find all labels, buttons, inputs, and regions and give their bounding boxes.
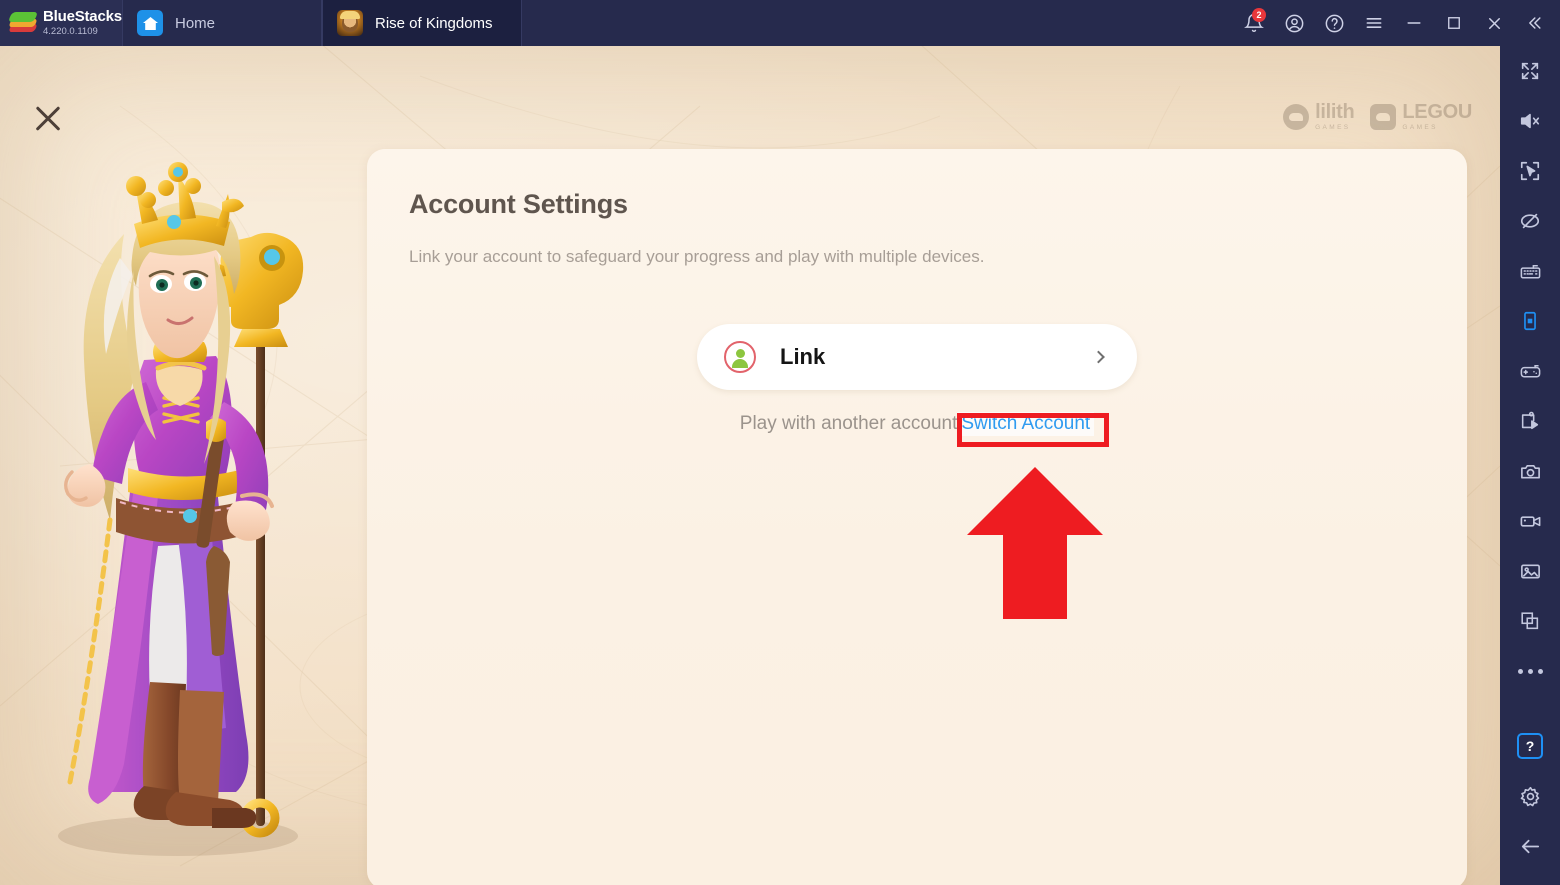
tab-home[interactable]: Home bbox=[122, 0, 322, 46]
cursor-lock-button[interactable] bbox=[1500, 146, 1560, 196]
title-bar-spacer bbox=[522, 0, 1234, 46]
switch-account-link[interactable]: Switch Account bbox=[957, 412, 1095, 436]
help-button[interactable] bbox=[1314, 0, 1354, 46]
brand-version: 4.220.0.1109 bbox=[43, 26, 98, 38]
tab-home-label: Home bbox=[175, 14, 216, 32]
tab-rise-of-kingdoms[interactable]: Rise of Kingdoms bbox=[322, 0, 522, 46]
legou-logo-text: LEGOU bbox=[1402, 101, 1472, 123]
gear-icon bbox=[1520, 786, 1539, 806]
question-mark-icon: ? bbox=[1517, 733, 1543, 759]
bluestacks-sidebar: ? bbox=[1500, 46, 1560, 885]
link-user-icon bbox=[724, 341, 756, 373]
close-button[interactable] bbox=[1474, 0, 1514, 46]
mute-button[interactable] bbox=[1500, 96, 1560, 146]
arrow-left-icon bbox=[1521, 839, 1539, 853]
keyboard-icon bbox=[1520, 264, 1540, 278]
legou-logo-subtext: GAMES bbox=[1402, 124, 1438, 131]
title-bar-controls: 2 bbox=[1234, 0, 1560, 46]
keyboard-controls-button[interactable] bbox=[1500, 246, 1560, 296]
copy-windows-icon bbox=[1521, 612, 1539, 630]
instance-orientation-button[interactable] bbox=[1500, 296, 1560, 346]
page-title: Account Settings bbox=[409, 189, 628, 219]
lilith-games-logo: lilith GAMES bbox=[1283, 101, 1355, 132]
account-button[interactable] bbox=[1274, 0, 1314, 46]
queen-character-artwork bbox=[58, 162, 304, 856]
close-dialog-button[interactable] bbox=[30, 101, 66, 137]
media-manager-button[interactable] bbox=[1500, 546, 1560, 596]
bluestacks-brand: BlueStacks 4.220.0.1109 bbox=[0, 0, 122, 46]
back-button[interactable] bbox=[1500, 821, 1560, 871]
rise-of-kingdoms-app-icon bbox=[337, 10, 363, 36]
ellipsis-icon bbox=[1517, 668, 1543, 674]
gamepad-controls-button[interactable] bbox=[1500, 346, 1560, 396]
gamepad-icon bbox=[1520, 364, 1540, 378]
legou-games-logo: LEGOU GAMES bbox=[1370, 102, 1472, 132]
notification-badge: 2 bbox=[1252, 8, 1266, 22]
macro-recorder-button[interactable] bbox=[1500, 396, 1560, 446]
video-camera-icon bbox=[1520, 515, 1540, 527]
chevron-right-icon bbox=[1092, 350, 1105, 364]
phone-screen-icon bbox=[1524, 311, 1536, 331]
screenshot-button[interactable] bbox=[1500, 446, 1560, 496]
collapse-button[interactable] bbox=[1514, 0, 1554, 46]
disable-ads-button[interactable] bbox=[1500, 196, 1560, 246]
eye-off-icon bbox=[1520, 213, 1540, 229]
settings-button[interactable] bbox=[1500, 771, 1560, 821]
bluestacks-window: BlueStacks 4.220.0.1109 Home Rise of Kin… bbox=[0, 0, 1560, 885]
title-bar: BlueStacks 4.220.0.1109 Home Rise of Kin… bbox=[0, 0, 1560, 46]
menu-button[interactable] bbox=[1354, 0, 1394, 46]
fullscreen-button[interactable] bbox=[1500, 46, 1560, 96]
volume-mute-icon bbox=[1520, 113, 1540, 129]
bluestacks-logo-icon bbox=[7, 10, 39, 36]
notifications-button[interactable]: 2 bbox=[1234, 0, 1274, 46]
fullscreen-expand-icon bbox=[1521, 62, 1539, 80]
annotation-arrow-up-icon bbox=[967, 467, 1103, 619]
multi-instance-button[interactable] bbox=[1500, 596, 1560, 646]
game-viewport: lilith GAMES LEGOU GAMES Account Setting… bbox=[0, 46, 1500, 885]
link-button-label: Link bbox=[780, 344, 826, 369]
more-options-button[interactable] bbox=[1500, 646, 1560, 696]
page-subtitle: Link your account to safeguard your prog… bbox=[409, 247, 985, 266]
tab-rise-of-kingdoms-label: Rise of Kingdoms bbox=[375, 14, 493, 32]
play-with-another-account-label: Play with another account bbox=[739, 413, 958, 434]
switch-account-row: Play with another account Switch Account bbox=[367, 412, 1467, 436]
help-center-button[interactable]: ? bbox=[1500, 721, 1560, 771]
lilith-logo-text: lilith bbox=[1315, 101, 1355, 123]
minimize-button[interactable] bbox=[1394, 0, 1434, 46]
home-icon bbox=[137, 10, 163, 36]
script-play-icon bbox=[1521, 411, 1539, 430]
screen-record-button[interactable] bbox=[1500, 496, 1560, 546]
brand-name: BlueStacks bbox=[43, 8, 122, 26]
camera-icon bbox=[1520, 464, 1540, 479]
link-account-button[interactable]: Link bbox=[697, 324, 1137, 390]
publisher-watermarks: lilith GAMES LEGOU GAMES bbox=[1283, 102, 1472, 132]
account-settings-panel: Account Settings Link your account to sa… bbox=[367, 149, 1467, 885]
gallery-image-icon bbox=[1520, 563, 1540, 579]
cursor-target-icon bbox=[1520, 161, 1540, 181]
lilith-logo-subtext: GAMES bbox=[1315, 124, 1351, 131]
maximize-button[interactable] bbox=[1434, 0, 1474, 46]
